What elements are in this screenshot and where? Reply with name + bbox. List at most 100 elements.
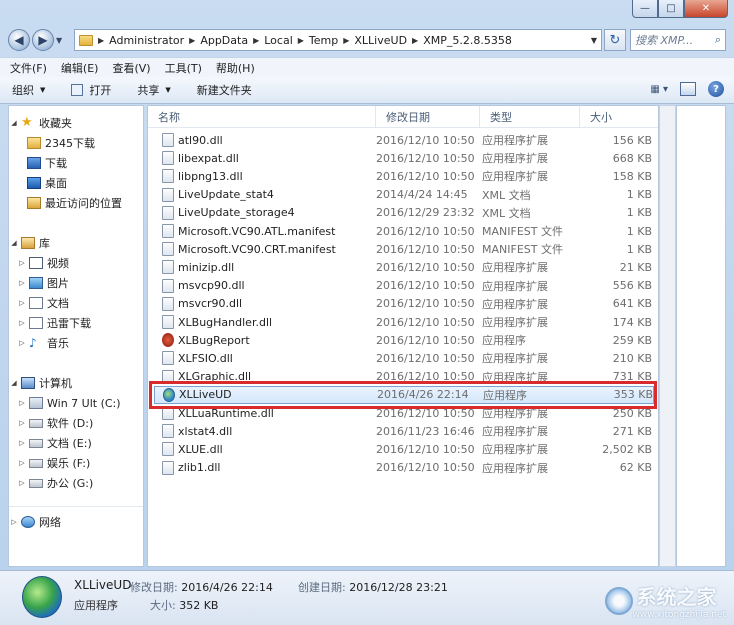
nav-item-label: 最近访问的位置 xyxy=(45,197,122,210)
breadcrumb-item[interactable]: XLLiveUD xyxy=(354,34,407,47)
column-size[interactable]: 大小 xyxy=(580,106,658,128)
recent-pages-dropdown[interactable]: ▼ xyxy=(56,36,68,45)
share-button[interactable]: 共享 ▼ xyxy=(137,82,170,98)
file-row[interactable]: XLUE.dll 2016/12/10 10:50 应用程序扩展 2,502 KB xyxy=(154,440,654,458)
file-row[interactable]: LiveUpdate_storage4 2016/12/29 23:32 XML 文… xyxy=(154,204,654,222)
file-name: Microsoft.VC90.CRT.manifest xyxy=(178,242,336,256)
file-row[interactable]: LiveUpdate_stat4 2014/4/24 14:45 XML 文档 1 K… xyxy=(154,186,654,204)
open-button[interactable]: 打开 xyxy=(71,82,111,98)
expand-arrow-icon[interactable]: ▷ xyxy=(17,439,27,447)
nav-item-drive-d[interactable]: ▷ 软件 (D:) xyxy=(17,414,93,432)
file-row[interactable]: XLBugReport 2016/12/10 10:50 应用程序 259 KB xyxy=(154,331,654,349)
column-date-modified[interactable]: 修改日期 xyxy=(376,106,480,128)
nav-item-pictures[interactable]: ▷ 图片 xyxy=(17,274,69,292)
file-name-cell: minizip.dll xyxy=(154,260,376,275)
expand-arrow-icon[interactable]: ▷ xyxy=(17,479,27,487)
breadcrumb-separator-icon[interactable]: ▶ xyxy=(412,36,418,45)
menu-tools[interactable]: 工具(T) xyxy=(165,60,202,76)
breadcrumb-separator-icon[interactable]: ▶ xyxy=(189,36,195,45)
expand-arrow-icon[interactable]: ▷ xyxy=(17,299,27,307)
change-view-button[interactable]: ▦ ▾ xyxy=(650,84,668,95)
expand-arrow-icon[interactable]: ▷ xyxy=(17,259,27,267)
nav-item-documents[interactable]: ▷ 文档 xyxy=(17,294,69,312)
help-icon[interactable]: ? xyxy=(708,81,724,97)
nav-item-drive-f[interactable]: ▷ 娱乐 (F:) xyxy=(17,454,90,472)
maximize-button[interactable]: □ xyxy=(658,0,684,18)
expand-arrow-icon[interactable]: ◢ xyxy=(9,239,19,247)
minimize-button[interactable]: — xyxy=(632,0,658,18)
file-type: 应用程序扩展 xyxy=(482,425,548,439)
nav-item-drive-g[interactable]: ▷ 办公 (G:) xyxy=(17,474,93,492)
file-row[interactable]: Microsoft.VC90.ATL.manifest 2016/12/10 10… xyxy=(154,222,654,240)
file-row[interactable]: XLLiveUD 2016/4/26 22:14 应用程序 353 KB xyxy=(154,385,654,404)
file-row[interactable]: XLGraphic.dll 2016/12/10 10:50 应用程序扩展 731 K… xyxy=(154,368,654,386)
file-row[interactable]: XLBugHandler.dll 2016/12/10 10:50 应用程序扩展 17… xyxy=(154,313,654,331)
column-type[interactable]: 类型 xyxy=(480,106,580,128)
windows-drive-icon xyxy=(29,397,43,409)
expand-arrow-icon[interactable]: ▷ xyxy=(17,279,27,287)
file-row[interactable]: XLFSIO.dll 2016/12/10 10:50 应用程序扩展 210 KB xyxy=(154,349,654,367)
nav-item-music[interactable]: ▷ ♪ 音乐 xyxy=(17,334,69,352)
breadcrumb-item[interactable]: Local xyxy=(264,34,293,47)
expand-arrow-icon[interactable]: ▷ xyxy=(17,339,27,347)
file-row[interactable]: xlstat4.dll 2016/11/23 16:46 应用程序扩展 271 KB xyxy=(154,422,654,440)
file-row[interactable]: minizip.dll 2016/12/10 10:50 应用程序扩展 21 KB xyxy=(154,258,654,276)
nav-item-drive-c[interactable]: ▷ Win 7 Ult (C:) xyxy=(17,394,120,412)
expand-arrow-icon[interactable]: ▷ xyxy=(17,419,27,427)
vertical-scrollbar[interactable] xyxy=(659,105,676,567)
nav-computer[interactable]: ◢ 计算机 xyxy=(9,374,72,392)
preview-pane xyxy=(676,105,726,567)
expand-arrow-icon[interactable]: ▷ xyxy=(9,518,19,526)
breadcrumb-item[interactable]: Administrator xyxy=(109,34,184,47)
file-row[interactable]: libexpat.dll 2016/12/10 10:50 应用程序扩展 668 KB xyxy=(154,149,654,167)
created-label: 创建日期: xyxy=(298,581,346,594)
preview-pane-button[interactable] xyxy=(680,82,696,96)
breadcrumb-item[interactable]: XMP_5.2.8.5358 xyxy=(423,34,512,47)
nav-item-downloads[interactable]: 下载 xyxy=(25,154,67,172)
breadcrumb-separator-icon[interactable]: ▶ xyxy=(98,36,104,45)
file-row[interactable]: XLLuaRuntime.dll 2016/12/10 10:50 应用程序扩展 25… xyxy=(154,404,654,422)
file-row[interactable]: msvcr90.dll 2016/12/10 10:50 应用程序扩展 641 KB xyxy=(154,295,654,313)
refresh-button[interactable]: ↻ xyxy=(604,29,626,51)
breadcrumb-item[interactable]: Temp xyxy=(309,34,338,47)
navigation-pane: ◢ ★ 收藏夹 2345下载 下载 桌面 最近访问的位置 ◢ 库 ▷ 视频 ▷ … xyxy=(8,105,144,567)
address-bar[interactable]: ▶ Administrator ▶ AppData ▶ Local ▶ Temp ▶ XLLive… xyxy=(74,29,602,51)
nav-item-recent-places[interactable]: 最近访问的位置 xyxy=(25,194,122,212)
nav-libraries[interactable]: ◢ 库 xyxy=(9,234,50,252)
expand-arrow-icon[interactable]: ◢ xyxy=(9,379,19,387)
menu-edit[interactable]: 编辑(E) xyxy=(61,60,99,76)
breadcrumb-separator-icon[interactable]: ▶ xyxy=(298,36,304,45)
breadcrumb-separator-icon[interactable]: ▶ xyxy=(253,36,259,45)
organize-button[interactable]: 组织 ▼ xyxy=(12,82,45,98)
forward-button[interactable]: ▶ xyxy=(32,29,54,51)
menu-view[interactable]: 查看(V) xyxy=(112,60,150,76)
nav-item-desktop[interactable]: 桌面 xyxy=(25,174,67,192)
breadcrumb-item[interactable]: AppData xyxy=(200,34,248,47)
nav-favorites[interactable]: ◢ ★ 收藏夹 xyxy=(9,114,72,132)
expand-arrow-icon[interactable]: ▷ xyxy=(17,319,27,327)
close-button[interactable]: ✕ xyxy=(684,0,728,18)
file-row[interactable]: atl90.dll 2016/12/10 10:50 应用程序扩展 156 KB xyxy=(154,131,654,149)
nav-item-2345-download[interactable]: 2345下载 xyxy=(25,134,95,152)
file-row[interactable]: msvcp90.dll 2016/12/10 10:50 应用程序扩展 556 KB xyxy=(154,277,654,295)
nav-network[interactable]: ▷ 网络 xyxy=(9,513,61,531)
menu-help[interactable]: 帮助(H) xyxy=(216,60,255,76)
new-folder-button[interactable]: 新建文件夹 xyxy=(197,82,252,98)
nav-item-videos[interactable]: ▷ 视频 xyxy=(17,254,69,272)
address-dropdown-icon[interactable]: ▼ xyxy=(591,36,597,45)
column-name[interactable]: 名称 xyxy=(148,106,376,128)
file-name: XLUE.dll xyxy=(178,442,223,456)
search-input[interactable]: 搜索 XMP... ⌕ xyxy=(630,29,726,51)
menu-file[interactable]: 文件(F) xyxy=(10,60,47,76)
recent-places-icon xyxy=(27,197,41,209)
file-row[interactable]: libpng13.dll 2016/12/10 10:50 应用程序扩展 158 KB xyxy=(154,167,654,185)
nav-item-drive-e[interactable]: ▷ 文档 (E:) xyxy=(17,434,91,452)
file-row[interactable]: zlib1.dll 2016/12/10 10:50 应用程序扩展 62 KB xyxy=(154,459,654,477)
expand-arrow-icon[interactable]: ▷ xyxy=(17,459,27,467)
nav-item-xunlei-download[interactable]: ▷ 迅雷下载 xyxy=(17,314,91,332)
breadcrumb-separator-icon[interactable]: ▶ xyxy=(343,36,349,45)
expand-arrow-icon[interactable]: ◢ xyxy=(9,119,19,127)
back-button[interactable]: ◀ xyxy=(8,29,30,51)
file-row[interactable]: Microsoft.VC90.CRT.manifest 2016/12/10 10… xyxy=(154,240,654,258)
expand-arrow-icon[interactable]: ▷ xyxy=(17,399,27,407)
